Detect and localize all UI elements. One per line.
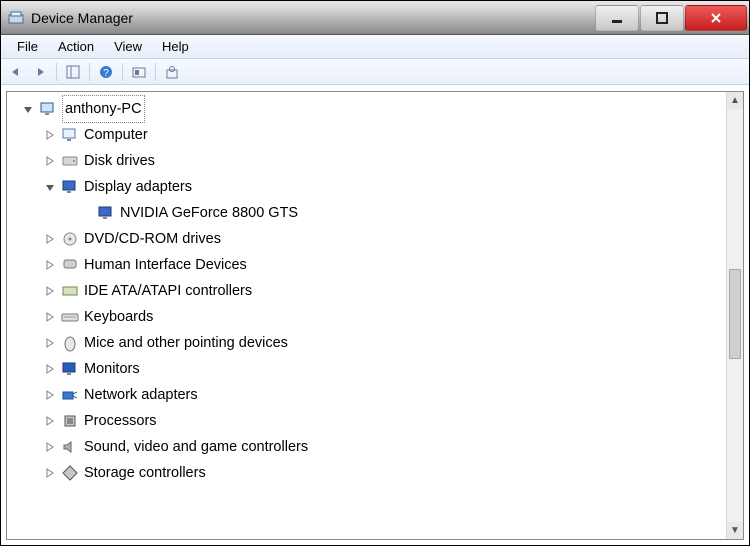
tree-item-label: NVIDIA GeForce 8800 GTS [120, 200, 306, 226]
expand-icon[interactable] [43, 232, 57, 246]
tree-category-disk-drives[interactable]: Disk drives [9, 148, 741, 174]
tree-category-hid[interactable]: Human Interface Devices [9, 252, 741, 278]
expand-icon[interactable] [43, 440, 57, 454]
disk-drive-icon [60, 151, 80, 171]
ide-controller-icon [60, 281, 80, 301]
properties-button[interactable] [161, 62, 183, 82]
tree-item-label: Network adapters [84, 382, 206, 408]
tree-category-monitors[interactable]: Monitors [9, 356, 741, 382]
tree-item-label: Human Interface Devices [84, 252, 255, 278]
tree-category-sound[interactable]: Sound, video and game controllers [9, 434, 741, 460]
show-hide-tree-button[interactable] [62, 62, 84, 82]
device-tree-pane: anthony-PC Computer Disk drives [6, 91, 744, 540]
svg-text:?: ? [103, 68, 109, 79]
tree-category-display-adapters[interactable]: Display adapters [9, 174, 741, 200]
storage-controller-icon [60, 463, 80, 483]
collapse-icon[interactable] [43, 180, 57, 194]
scan-hardware-button[interactable] [128, 62, 150, 82]
tree-item-label: Storage controllers [84, 460, 214, 486]
content-area: anthony-PC Computer Disk drives [1, 85, 749, 545]
device-tree[interactable]: anthony-PC Computer Disk drives [7, 92, 743, 490]
tree-item-label: Monitors [84, 356, 148, 382]
expand-icon[interactable] [43, 362, 57, 376]
vertical-scrollbar[interactable]: ▲ ▼ [726, 92, 743, 539]
minimize-button[interactable] [595, 5, 639, 31]
tree-category-processors[interactable]: Processors [9, 408, 741, 434]
tree-category-keyboards[interactable]: Keyboards [9, 304, 741, 330]
tree-category-mice[interactable]: Mice and other pointing devices [9, 330, 741, 356]
display-adapter-icon [60, 177, 80, 197]
tree-item-label: IDE ATA/ATAPI controllers [84, 278, 260, 304]
close-button[interactable] [685, 5, 747, 31]
monitor-icon [60, 359, 80, 379]
expand-icon[interactable] [43, 388, 57, 402]
menubar: File Action View Help [1, 35, 749, 59]
device-manager-window: Device Manager File Action View Help ? [0, 0, 750, 546]
scroll-up-button[interactable]: ▲ [727, 92, 744, 109]
tree-item-label: Keyboards [84, 304, 161, 330]
maximize-button[interactable] [640, 5, 684, 31]
scroll-down-button[interactable]: ▼ [727, 522, 744, 539]
help-button[interactable]: ? [95, 62, 117, 82]
tree-item-label: Sound, video and game controllers [84, 434, 316, 460]
tree-category-storage[interactable]: Storage controllers [9, 460, 741, 486]
tree-item-label: Processors [84, 408, 165, 434]
tree-item-label: Display adapters [84, 174, 200, 200]
toolbar-separator [56, 63, 57, 81]
computer-icon [60, 125, 80, 145]
menu-view[interactable]: View [104, 37, 152, 56]
mouse-icon [60, 333, 80, 353]
menu-file[interactable]: File [7, 37, 48, 56]
forward-button[interactable] [29, 62, 51, 82]
tree-category-network[interactable]: Network adapters [9, 382, 741, 408]
app-icon [7, 9, 25, 27]
tree-category-computer[interactable]: Computer [9, 122, 741, 148]
tree-item-label: Mice and other pointing devices [84, 330, 296, 356]
tree-device-nvidia-gts[interactable]: NVIDIA GeForce 8800 GTS [9, 200, 741, 226]
toolbar-separator [122, 63, 123, 81]
expand-icon[interactable] [43, 336, 57, 350]
titlebar[interactable]: Device Manager [1, 1, 749, 35]
display-adapter-icon [96, 203, 116, 223]
processor-icon [60, 411, 80, 431]
tree-item-label: Computer [84, 122, 156, 148]
expand-icon[interactable] [43, 154, 57, 168]
optical-drive-icon [60, 229, 80, 249]
expand-icon[interactable] [43, 258, 57, 272]
expand-icon[interactable] [43, 310, 57, 324]
menu-action[interactable]: Action [48, 37, 104, 56]
computer-icon [38, 99, 58, 119]
hid-icon [60, 255, 80, 275]
tree-item-label: DVD/CD-ROM drives [84, 226, 229, 252]
toolbar: ? [1, 59, 749, 85]
tree-category-dvd-cdrom[interactable]: DVD/CD-ROM drives [9, 226, 741, 252]
window-controls [594, 5, 747, 31]
toolbar-separator [89, 63, 90, 81]
keyboard-icon [60, 307, 80, 327]
back-button[interactable] [5, 62, 27, 82]
expand-icon[interactable] [43, 414, 57, 428]
collapse-icon[interactable] [21, 102, 35, 116]
expand-icon[interactable] [43, 128, 57, 142]
tree-root-node[interactable]: anthony-PC [9, 96, 741, 122]
tree-item-label: Disk drives [84, 148, 163, 174]
tree-category-ide[interactable]: IDE ATA/ATAPI controllers [9, 278, 741, 304]
window-title: Device Manager [31, 10, 594, 26]
expand-icon[interactable] [43, 284, 57, 298]
expand-icon[interactable] [43, 466, 57, 480]
tree-root-label: anthony-PC [62, 95, 145, 123]
scrollbar-thumb[interactable] [729, 269, 741, 359]
menu-help[interactable]: Help [152, 37, 199, 56]
network-adapter-icon [60, 385, 80, 405]
sound-icon [60, 437, 80, 457]
toolbar-separator [155, 63, 156, 81]
scrollbar-track[interactable] [727, 109, 743, 522]
